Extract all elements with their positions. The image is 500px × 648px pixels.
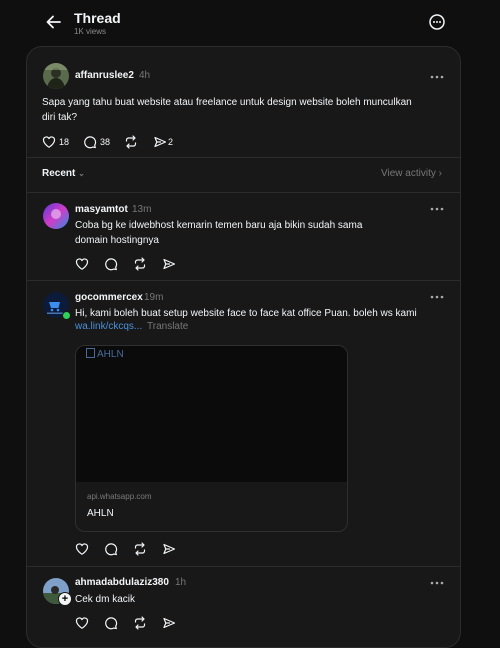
reply-time: 19m	[144, 292, 164, 303]
share-icon[interactable]	[153, 135, 167, 149]
heart-icon[interactable]	[75, 257, 89, 271]
link-preview-domain: api.whatsapp.com	[87, 492, 152, 501]
heart-icon[interactable]	[75, 542, 89, 556]
more-dots-icon[interactable]	[429, 578, 445, 588]
translate-button[interactable]: Translate	[147, 321, 188, 332]
reply-text-line2: domain hostingnya	[75, 235, 159, 246]
share-icon[interactable]	[162, 257, 176, 271]
more-options-circle-icon[interactable]	[427, 12, 447, 32]
share-icon[interactable]	[162, 542, 176, 556]
image-alt-text: AHLN	[86, 348, 124, 360]
comment-count: 38	[100, 137, 111, 147]
reply-time: 13m	[132, 204, 152, 215]
sort-label: Recent	[42, 168, 76, 179]
reply-username[interactable]: ahmadabdulaziz380	[75, 577, 169, 588]
more-dots-icon[interactable]	[429, 292, 445, 302]
comment-icon[interactable]	[104, 257, 118, 271]
comment-icon[interactable]	[83, 135, 97, 149]
post-username[interactable]: affanruslee2	[75, 70, 134, 81]
post-time: 4h	[139, 70, 151, 81]
link-preview-title: AHLN	[87, 508, 114, 519]
heart-icon[interactable]	[42, 135, 56, 149]
thread-panel: affanruslee2 4h Sapa yang tahu buat webs…	[26, 46, 461, 648]
add-follow-icon[interactable]: +	[58, 592, 72, 606]
repost-icon[interactable]	[133, 257, 147, 271]
image-alt-label: AHLN	[97, 349, 124, 360]
view-activity-label: View activity	[381, 168, 436, 179]
share-count: 2	[168, 137, 174, 147]
view-count: 1K views	[74, 27, 107, 36]
chevron-down-icon: ⌄	[78, 169, 85, 178]
repost-icon[interactable]	[124, 135, 138, 149]
reply-text-line1: Hi, kami boleh buat setup website face t…	[75, 308, 417, 319]
divider	[27, 566, 460, 567]
more-dots-icon[interactable]	[429, 72, 445, 82]
reply-time: 1h	[175, 577, 187, 588]
reply-text-line1: Coba bg ke idwebhost kemarin temen baru …	[75, 220, 363, 231]
comment-icon[interactable]	[104, 542, 118, 556]
heart-icon[interactable]	[75, 616, 89, 630]
avatar[interactable]	[43, 63, 69, 89]
top-bar: Thread 1K views	[0, 0, 500, 46]
divider	[27, 157, 460, 158]
link-preview-image: AHLN	[76, 346, 347, 482]
more-dots-icon[interactable]	[429, 204, 445, 214]
divider	[27, 192, 460, 193]
reply-username[interactable]: masyamtot	[75, 204, 128, 215]
reply-username[interactable]: gocommercex	[75, 292, 143, 303]
page-title: Thread	[74, 10, 121, 26]
share-icon[interactable]	[162, 616, 176, 630]
avatar[interactable]	[43, 203, 69, 229]
online-status-dot	[62, 311, 71, 320]
sort-dropdown[interactable]: Recent ⌄	[42, 168, 85, 179]
divider	[27, 280, 460, 281]
post-text-line1: Sapa yang tahu buat website atau freelan…	[42, 97, 412, 108]
chevron-right-icon: ›	[438, 168, 442, 179]
view-activity-link[interactable]: View activity ›	[381, 168, 442, 179]
repost-icon[interactable]	[133, 616, 147, 630]
back-arrow-icon[interactable]	[44, 12, 64, 32]
comment-icon[interactable]	[104, 616, 118, 630]
reply-link[interactable]: wa.link/ckcqs...	[75, 321, 142, 332]
link-preview-card[interactable]: AHLN api.whatsapp.com AHLN	[75, 345, 348, 532]
broken-image-icon	[86, 348, 95, 358]
reply-text-line1: Cek dm kacik	[75, 594, 136, 605]
repost-icon[interactable]	[133, 542, 147, 556]
like-count: 18	[59, 137, 70, 147]
post-text-line2: diri tak?	[42, 112, 78, 123]
